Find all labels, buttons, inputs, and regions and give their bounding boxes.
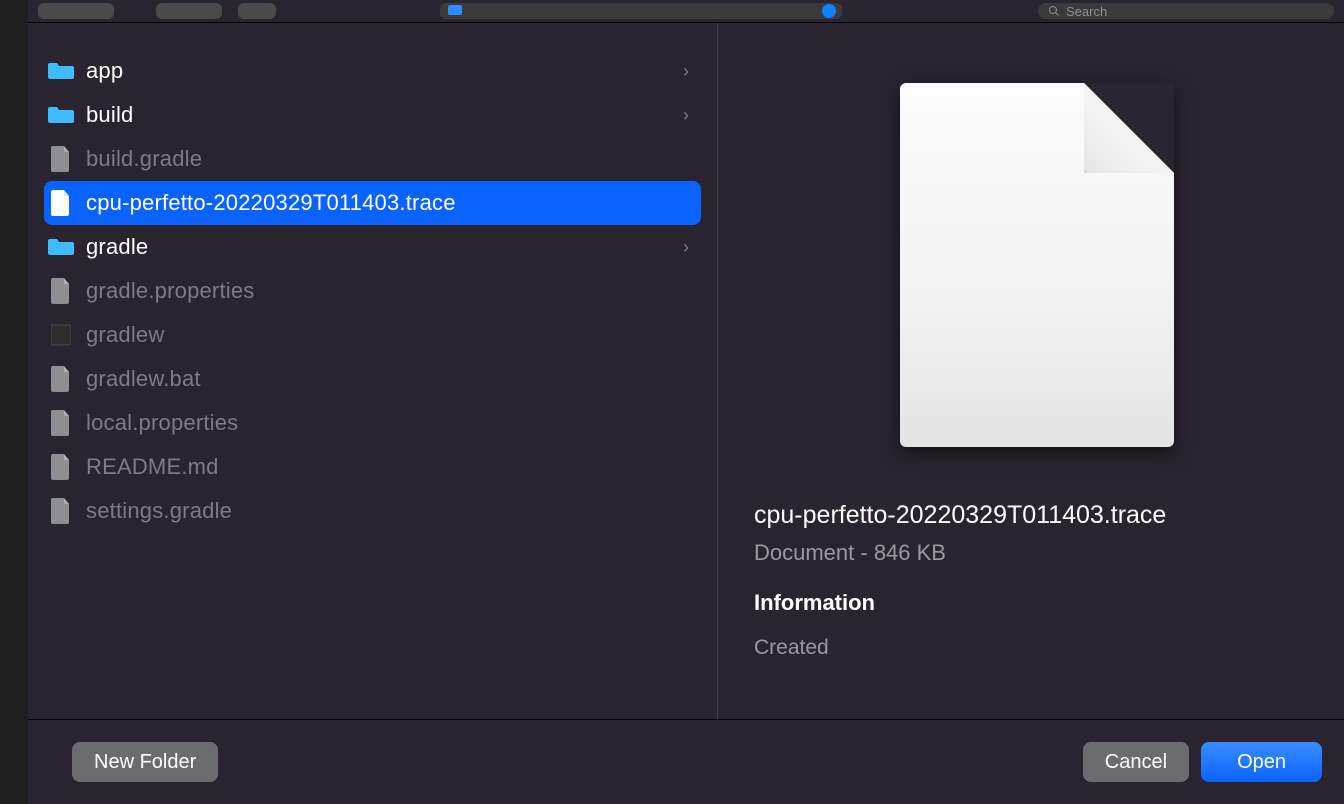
- folder-icon: [48, 58, 74, 84]
- search-icon: [1048, 5, 1060, 17]
- preview-subtitle: Document - 846 KB: [754, 540, 1320, 566]
- file-name: app: [86, 58, 671, 84]
- chevron-right-icon: ›: [683, 61, 689, 82]
- group-controls[interactable]: [238, 3, 276, 19]
- folder-icon: [448, 5, 462, 15]
- file-icon: [48, 366, 74, 392]
- file-icon: [51, 454, 71, 480]
- folder-icon: [48, 105, 74, 125]
- file-icon: [51, 146, 71, 172]
- chevron-badge-icon: [822, 4, 836, 18]
- file-row[interactable]: cpu-perfetto-20220329T011403.trace: [44, 181, 701, 225]
- folder-icon: [48, 234, 74, 260]
- file-row: local.properties: [44, 401, 701, 445]
- open-button[interactable]: Open: [1201, 742, 1322, 782]
- path-dropdown[interactable]: [440, 3, 842, 19]
- cancel-button[interactable]: Cancel: [1083, 742, 1189, 782]
- new-folder-button[interactable]: New Folder: [72, 742, 218, 782]
- file-name: build: [86, 102, 671, 128]
- file-row: gradlew: [44, 313, 701, 357]
- file-name: local.properties: [86, 410, 689, 436]
- file-name: README.md: [86, 454, 689, 480]
- file-name: gradlew: [86, 322, 689, 348]
- file-icon: [48, 454, 74, 480]
- exec-icon: [48, 322, 74, 348]
- file-name: gradlew.bat: [86, 366, 689, 392]
- file-icon: [48, 410, 74, 436]
- created-label: Created: [754, 636, 1320, 660]
- dialog-footer: New Folder Cancel Open: [28, 720, 1344, 804]
- file-name: build.gradle: [86, 146, 689, 172]
- file-icon: [51, 410, 71, 436]
- folder-icon: [48, 102, 74, 128]
- view-mode-controls[interactable]: [156, 3, 222, 19]
- file-name: cpu-perfetto-20220329T011403.trace: [86, 190, 689, 216]
- folder-icon: [48, 237, 74, 257]
- info-header: Information: [754, 590, 1320, 616]
- file-row[interactable]: build ›: [44, 93, 701, 137]
- file-icon: [48, 190, 74, 216]
- open-dialog: Search app › build › build.gradle cpu-perfett…: [28, 0, 1344, 804]
- search-placeholder: Search: [1066, 4, 1107, 19]
- file-row: build.gradle: [44, 137, 701, 181]
- document-thumbnail: [900, 83, 1174, 447]
- file-icon: [51, 366, 71, 392]
- exec-icon: [51, 322, 71, 348]
- preview-filename: cpu-perfetto-20220329T011403.trace: [754, 501, 1320, 530]
- dialog-body: app › build › build.gradle cpu-perfetto-20220…: [28, 22, 1344, 720]
- file-icon: [48, 498, 74, 524]
- preview-panel: cpu-perfetto-20220329T011403.trace Docum…: [718, 23, 1344, 719]
- file-name: settings.gradle: [86, 498, 689, 524]
- nav-controls[interactable]: [38, 3, 114, 19]
- file-icon: [51, 498, 71, 524]
- file-row: gradlew.bat: [44, 357, 701, 401]
- file-icon: [48, 278, 74, 304]
- file-icon: [51, 190, 71, 216]
- file-name: gradle.properties: [86, 278, 689, 304]
- file-row: gradle.properties: [44, 269, 701, 313]
- file-icon: [51, 278, 71, 304]
- file-row: settings.gradle: [44, 489, 701, 533]
- chevron-right-icon: ›: [683, 105, 689, 126]
- file-row[interactable]: gradle ›: [44, 225, 701, 269]
- search-input[interactable]: Search: [1038, 3, 1334, 19]
- folder-icon: [48, 61, 74, 81]
- file-row[interactable]: app ›: [44, 49, 701, 93]
- file-row: README.md: [44, 445, 701, 489]
- chevron-right-icon: ›: [683, 237, 689, 258]
- file-list[interactable]: app › build › build.gradle cpu-perfetto-20220…: [28, 23, 718, 719]
- file-icon: [48, 146, 74, 172]
- file-name: gradle: [86, 234, 671, 260]
- toolbar: Search: [28, 0, 1344, 22]
